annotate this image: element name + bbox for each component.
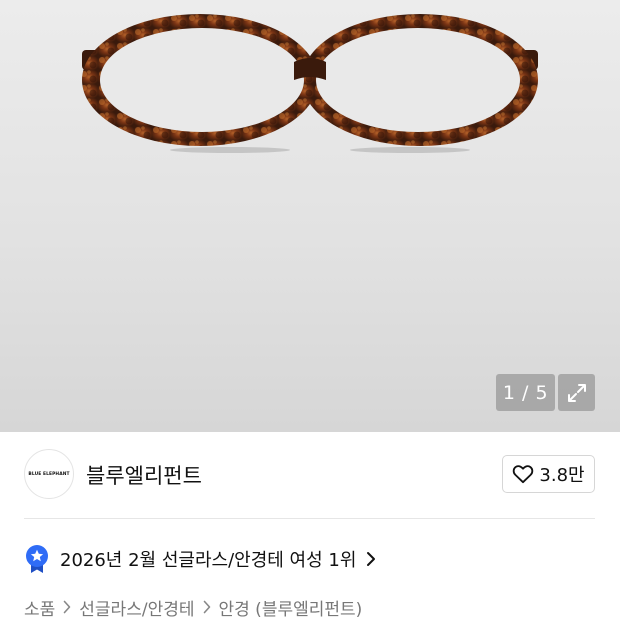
fullscreen-button[interactable]: [558, 374, 595, 411]
ranking-text: 2026년 2월 선글라스/안경테 여성 1위: [60, 550, 357, 571]
breadcrumb-item-glasses[interactable]: 안경 (블루엘리펀트): [219, 595, 363, 620]
breadcrumb: 소품 선글라스/안경테 안경 (블루엘리펀트): [24, 594, 362, 620]
chevron-right-icon: [63, 600, 71, 614]
product-image-glasses: [82, 14, 538, 153]
like-count: 3.8만: [539, 465, 585, 486]
product-image-gallery[interactable]: 1 / 5: [0, 0, 620, 432]
image-counter: 1 / 5: [496, 374, 555, 411]
brand-logo[interactable]: BLUE ELEPHANT: [24, 449, 74, 499]
chevron-right-icon: [366, 551, 376, 567]
ranking-badge-icon: [26, 545, 48, 573]
ranking-link[interactable]: 2026년 2월 선글라스/안경테 여성 1위: [24, 544, 376, 574]
like-button[interactable]: 3.8만: [502, 455, 595, 493]
breadcrumb-item-sunglasses[interactable]: 선글라스/안경테: [79, 595, 194, 620]
brand-logo-text: BLUE ELEPHANT: [28, 471, 70, 477]
divider: [24, 518, 595, 519]
heart-icon: [513, 465, 534, 484]
expand-icon: [567, 383, 586, 402]
breadcrumb-item-small-goods[interactable]: 소품: [24, 595, 55, 620]
brand-name[interactable]: 블루엘리펀트: [86, 460, 202, 490]
chevron-right-icon: [203, 600, 211, 614]
